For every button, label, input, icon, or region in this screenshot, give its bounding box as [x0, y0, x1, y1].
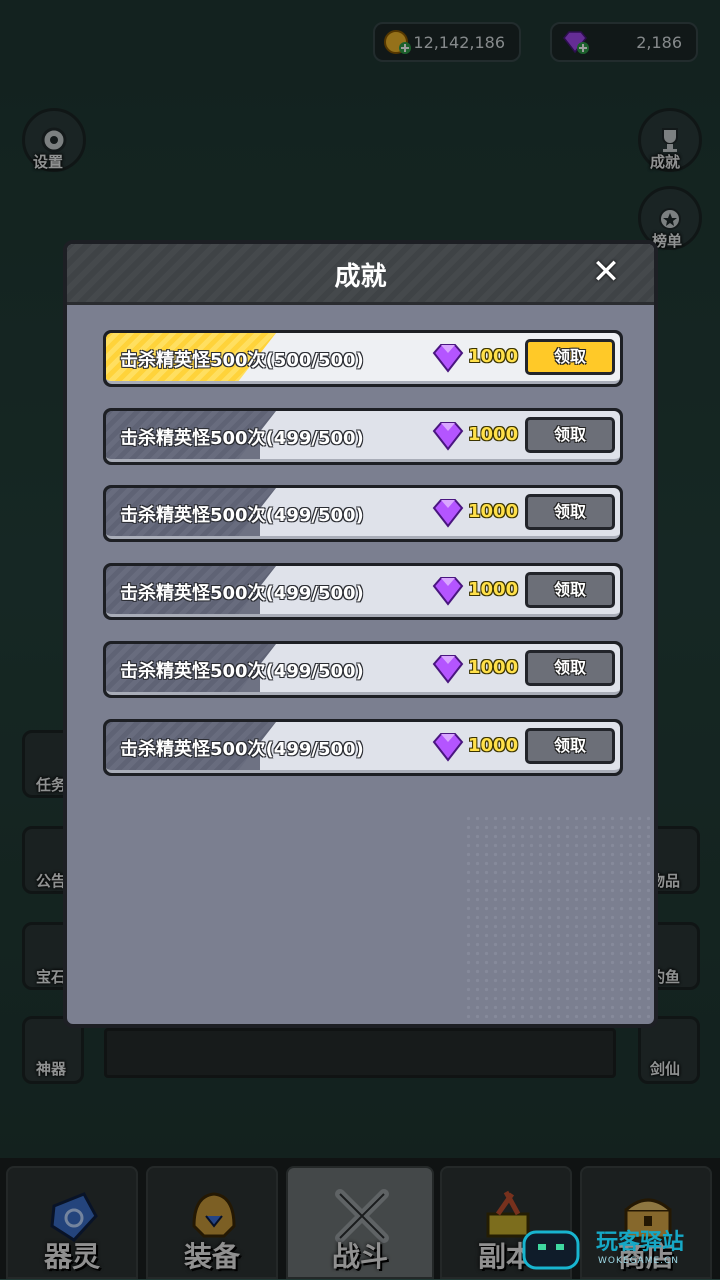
- reward-amount: 1000: [468, 735, 519, 756]
- dialog-title: 成就: [334, 262, 387, 292]
- achievement-row: 击杀精英怪500次(499/500) 1000 领取: [103, 641, 623, 698]
- achievement-text: 击杀精英怪500次(499/500): [120, 505, 364, 526]
- gem-icon: [432, 499, 464, 528]
- achievement-row: 击杀精英怪500次(499/500) 1000 领取: [103, 408, 623, 465]
- gem-icon: [432, 577, 464, 606]
- robot-logo-icon: [522, 1230, 580, 1270]
- reward-amount: 1000: [468, 424, 519, 445]
- achievement-row: 击杀精英怪500次(499/500) 1000 领取: [103, 719, 623, 776]
- reward-amount: 1000: [468, 657, 519, 678]
- achievement-text: 击杀精英怪500次(499/500): [120, 739, 364, 760]
- achievement-text: 击杀精英怪500次(499/500): [120, 428, 364, 449]
- achievement-row: 击杀精英怪500次(499/500) 1000 领取: [103, 563, 623, 620]
- gem-icon: [432, 422, 464, 451]
- achievement-text: 击杀精英怪500次(499/500): [120, 661, 364, 682]
- gem-icon: [432, 655, 464, 684]
- watermark-url: WOKEGAME.CN: [598, 1256, 680, 1266]
- claim-button[interactable]: 领取: [525, 494, 615, 530]
- claim-button[interactable]: 领取: [525, 417, 615, 453]
- claim-button[interactable]: 领取: [525, 572, 615, 608]
- gem-icon: [432, 733, 464, 762]
- dot-pattern-decoration: [464, 814, 654, 1024]
- achievement-row: 击杀精英怪500次(500/500) 1000 领取: [103, 330, 623, 387]
- watermark-name: 玩客驿站: [596, 1230, 685, 1255]
- claim-button[interactable]: 领取: [525, 339, 615, 375]
- claim-button[interactable]: 领取: [525, 650, 615, 686]
- close-icon[interactable]: ✕: [588, 254, 624, 290]
- reward-amount: 1000: [468, 501, 519, 522]
- achievement-dialog: 成就 ✕ 击杀精英怪500次(500/500) 1000 领取 击杀精英怪500…: [63, 240, 658, 1028]
- watermark: 玩客驿站 WOKEGAME.CN: [518, 1222, 718, 1276]
- achievement-text: 击杀精英怪500次(500/500): [120, 350, 364, 371]
- achievement-text: 击杀精英怪500次(499/500): [120, 583, 364, 604]
- achievement-row: 击杀精英怪500次(499/500) 1000 领取: [103, 485, 623, 542]
- reward-amount: 1000: [468, 346, 519, 367]
- dialog-header: 成就 ✕: [67, 244, 654, 305]
- gem-icon: [432, 344, 464, 373]
- reward-amount: 1000: [468, 579, 519, 600]
- claim-button[interactable]: 领取: [525, 728, 615, 764]
